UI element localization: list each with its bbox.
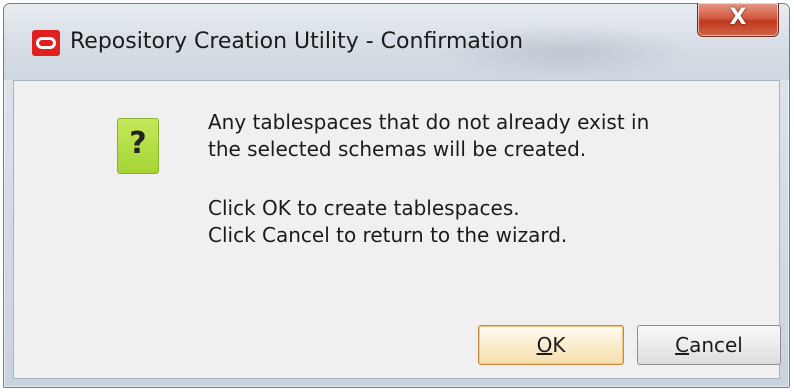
message-line-1: Any tablespaces that do not already exis… <box>208 110 650 134</box>
message-line-3: Click OK to create tablespaces. <box>208 196 520 220</box>
message-line-2: the selected schemas will be created. <box>208 137 587 161</box>
title-bar[interactable]: Repository Creation Utility - Confirmati… <box>4 3 789 80</box>
ok-label-rest: K <box>552 333 566 357</box>
confirmation-dialog-window: Repository Creation Utility - Confirmati… <box>3 3 790 388</box>
dialog-content: ? Any tablespaces that do not already ex… <box>13 80 781 379</box>
question-icon: ? <box>117 118 159 174</box>
ok-button[interactable]: OK <box>478 325 624 365</box>
message-line-4: Click Cancel to return to the wizard. <box>208 223 568 247</box>
cancel-label-rest: ancel <box>689 333 743 357</box>
window-title: Repository Creation Utility - Confirmati… <box>70 29 524 54</box>
oracle-logo-ring <box>36 37 56 49</box>
oracle-logo-icon <box>32 30 60 56</box>
close-button[interactable]: X <box>697 3 779 37</box>
cancel-button[interactable]: Cancel <box>637 325 781 365</box>
question-glyph: ? <box>129 126 147 161</box>
ok-mnemonic: O <box>536 333 553 357</box>
close-icon: X <box>729 5 747 30</box>
cancel-mnemonic: C <box>675 333 690 357</box>
